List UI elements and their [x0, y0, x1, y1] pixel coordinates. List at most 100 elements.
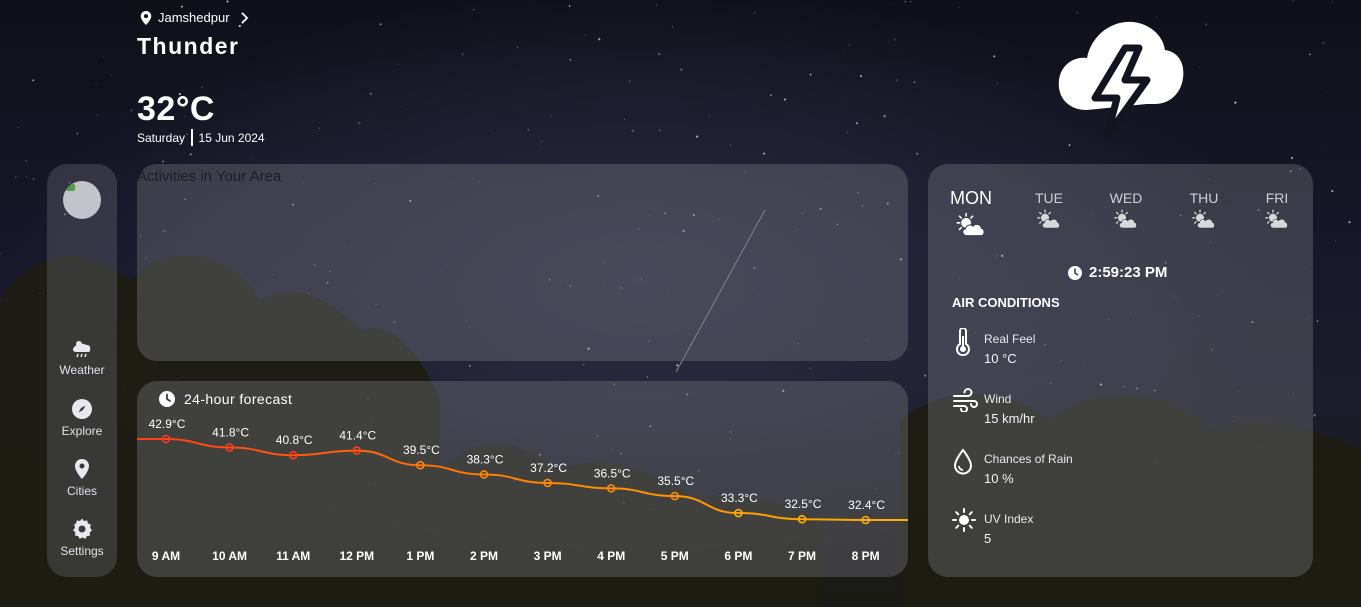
forecast-value-label: 41.8°C	[212, 425, 249, 439]
forecast-time-label: 12 PM	[339, 549, 374, 563]
star	[1331, 190, 1334, 192]
star	[842, 51, 844, 53]
star	[671, 26, 673, 28]
partly-cloudy-sun-icon	[956, 212, 985, 237]
star	[754, 11, 756, 14]
star	[680, 68, 683, 71]
forecast-value-label: 32.5°C	[785, 497, 822, 511]
forecast-time-label: 4 PM	[597, 549, 625, 563]
partly-cloudy-sun-icon	[1192, 209, 1215, 229]
real-feel-label: Real Feel	[984, 332, 1036, 346]
forecast-value-label: 37.2°C	[530, 461, 567, 475]
day-label: WED	[1109, 190, 1143, 206]
day-mon[interactable]: MON	[941, 188, 1001, 238]
day-tue[interactable]: TUE	[1019, 190, 1079, 230]
partly-cloudy-sun-icon	[1265, 209, 1288, 229]
gear-icon	[73, 518, 92, 539]
star	[318, 127, 320, 129]
star	[473, 8, 475, 11]
forecast-panel: 24-hour forecast 42.9°C 9 AM 41.8°C 10 AM 40…	[137, 381, 908, 577]
star	[32, 178, 35, 180]
star	[569, 58, 572, 61]
star	[784, 98, 786, 101]
air-conditions-title: AIR CONDITIONS	[952, 295, 1060, 310]
star	[883, 115, 886, 118]
location-button[interactable]: Jamshedpur	[140, 10, 249, 25]
forecast-value-label: 41.4°C	[339, 429, 376, 443]
cloud-rain-sun-icon	[72, 341, 91, 358]
star	[676, 364, 679, 367]
day-label: TUE	[1035, 190, 1063, 206]
star	[910, 1, 912, 2]
star	[996, 82, 998, 84]
star	[624, 119, 626, 121]
star	[489, 129, 491, 131]
day-wed[interactable]: WED	[1096, 190, 1156, 230]
star	[253, 157, 254, 159]
map-pin-icon	[75, 459, 89, 479]
sun-icon	[952, 508, 976, 532]
star	[631, 129, 634, 132]
star	[401, 106, 403, 108]
star	[550, 115, 552, 117]
compass-icon	[72, 399, 92, 419]
star	[809, 73, 812, 76]
star	[904, 0, 907, 3]
nav-weather[interactable]: Weather	[47, 336, 117, 377]
forecast-time-label: 1 PM	[406, 549, 434, 563]
star	[916, 152, 919, 155]
star	[461, 53, 464, 56]
clock-icon	[1068, 265, 1082, 280]
star	[76, 132, 79, 135]
star	[379, 23, 382, 26]
star	[659, 129, 661, 131]
star	[729, 144, 732, 146]
thermometer-icon	[956, 328, 970, 356]
forecast-value-label: 39.5°C	[403, 443, 440, 457]
sidebar: Weather Explore Cities Settings	[47, 164, 117, 577]
star	[1322, 42, 1325, 45]
water-drop-icon	[953, 448, 973, 475]
forecast-time-label: 6 PM	[724, 549, 752, 563]
nav-explore[interactable]: Explore	[47, 397, 117, 438]
forecast-value-label: 36.5°C	[594, 466, 631, 480]
air-rain: Chances of Rain 10 %	[952, 446, 1192, 498]
avatar[interactable]	[63, 181, 101, 219]
forecast-chart: 42.9°C 9 AM 41.8°C 10 AM 40.8°C 11 AM 41.4°C 12…	[137, 417, 908, 563]
nav-settings[interactable]: Settings	[47, 517, 117, 558]
wind-icon	[953, 388, 978, 412]
day-name: Saturday	[137, 130, 186, 145]
star	[895, 79, 898, 82]
nav-cities[interactable]: Cities	[47, 457, 117, 498]
star	[1323, 148, 1324, 149]
star	[855, 122, 858, 125]
star	[913, 81, 916, 83]
star	[181, 5, 183, 8]
forecast-time-label: 10 AM	[212, 549, 247, 563]
star	[26, 176, 28, 178]
star	[846, 131, 848, 133]
air-real-feel: Real Feel 10 °C	[952, 326, 1192, 378]
star	[110, 74, 112, 76]
uv-label: UV Index	[984, 512, 1034, 526]
rain-label: Chances of Rain	[984, 452, 1073, 466]
forecast-time-label: 9 AM	[152, 549, 180, 563]
star	[1198, 66, 1200, 68]
star	[189, 153, 192, 156]
star	[859, 74, 863, 78]
day-label: THU	[1189, 190, 1219, 206]
location-name: Jamshedpur	[158, 10, 230, 25]
star	[1205, 23, 1208, 26]
forecast-value-label: 35.5°C	[657, 474, 694, 488]
star	[527, 129, 529, 131]
forecast-value-label: 33.3°C	[721, 491, 758, 505]
star	[1309, 53, 1311, 56]
day-fri[interactable]: FRI	[1247, 190, 1307, 230]
star	[646, 376, 648, 378]
day-thu[interactable]: THU	[1174, 190, 1234, 230]
star	[1332, 2, 1333, 4]
nav-settings-label: Settings	[60, 544, 104, 558]
air-wind: Wind 15 km/hr	[952, 386, 1192, 438]
star	[103, 56, 105, 58]
weather-condition: Thunder	[137, 33, 240, 59]
